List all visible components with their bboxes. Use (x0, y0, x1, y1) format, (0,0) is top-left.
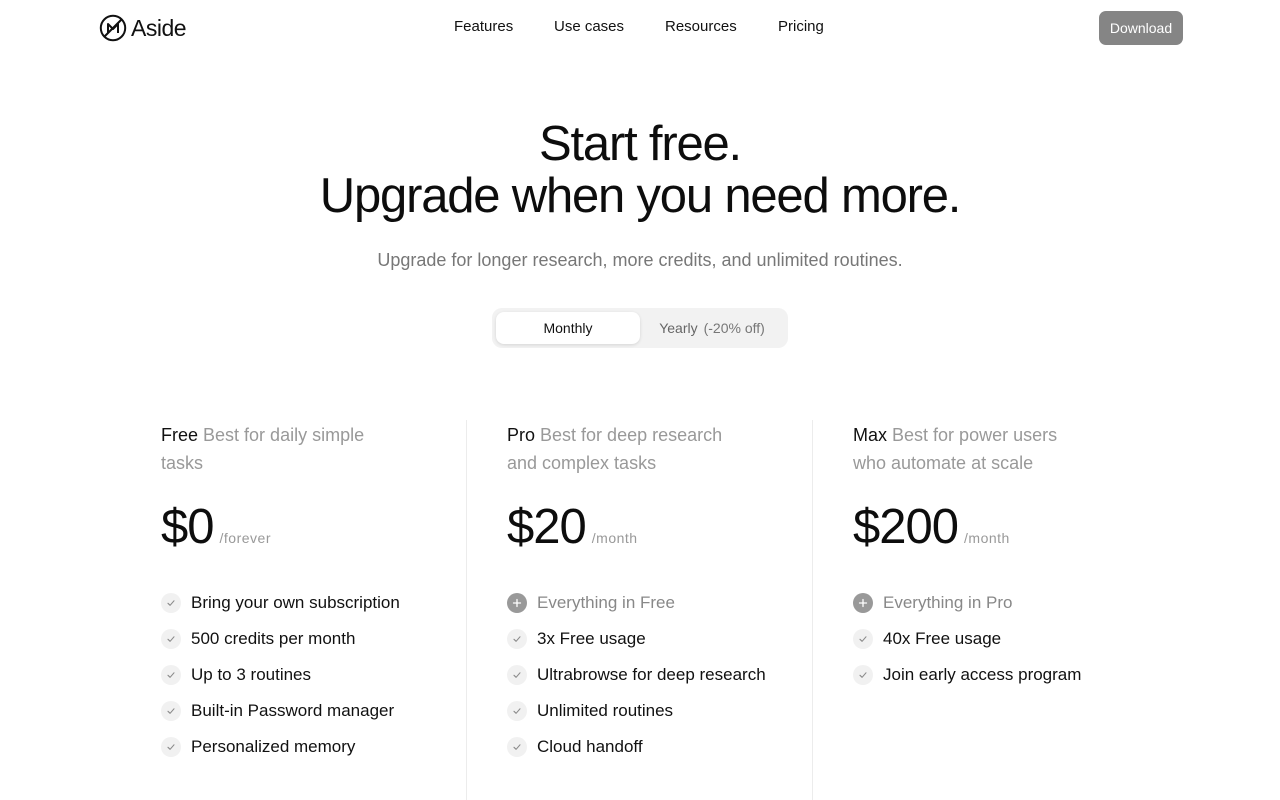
top-navigation-bar: Aside Features Use cases Resources Prici… (0, 0, 1280, 56)
plan-feature-text: 500 credits per month (191, 629, 356, 648)
check-icon (161, 665, 181, 685)
plan-feature-text: Cloud handoff (537, 737, 643, 756)
plan-feature-text: 40x Free usage (883, 629, 1002, 648)
plan-feature-item: Ultrabrowse for deep research (507, 657, 766, 693)
plan-divider (812, 420, 813, 800)
plan-feature-item: Personalized memory (161, 729, 400, 765)
yearly-option-label: Yearly (659, 320, 698, 336)
plan-feature-item: Join early access program (853, 657, 1081, 693)
monthly-option[interactable]: Monthly (496, 312, 640, 344)
plan-divider (466, 420, 467, 800)
plan-card-free: Free Best for daily simple tasks $0 /for… (161, 421, 461, 757)
check-icon (161, 701, 181, 721)
plus-icon (853, 593, 873, 613)
plan-heading: Free Best for daily simple tasks (161, 421, 401, 477)
yearly-discount-badge: (-20% off) (703, 320, 765, 336)
plan-feature-text: Bring your own subscription (191, 593, 400, 612)
plan-price: $200 (853, 500, 959, 554)
plan-price-row: $200 /month (853, 499, 1010, 555)
check-icon (161, 629, 181, 649)
plan-feature-item: 500 credits per month (161, 621, 400, 657)
download-button[interactable]: Download (1099, 11, 1183, 45)
page-title-line-1: Start free. (539, 117, 742, 171)
plan-feature-item: Built-in Password manager (161, 693, 400, 729)
nav-link-use-cases[interactable]: Use cases (554, 18, 624, 35)
plan-name: Pro (507, 425, 536, 445)
plan-feature-item: 3x Free usage (507, 621, 766, 657)
plan-feature-list: Everything in Free 3x Free usage Ultrabrow… (507, 585, 766, 765)
plan-feature-item: Up to 3 routines (161, 657, 400, 693)
page-title: Start free. Upgrade when you need more. (0, 118, 1280, 222)
check-icon (507, 629, 527, 649)
check-icon (507, 665, 527, 685)
yearly-option[interactable]: Yearly (-20% off) (640, 312, 784, 344)
plan-feature-text: Ultrabrowse for deep research (537, 665, 766, 684)
plan-feature-item: Cloud handoff (507, 729, 766, 765)
plan-feature-text: Join early access program (883, 665, 1082, 684)
plan-description: Best for deep research and complex tasks (507, 425, 723, 473)
plan-card-max: Max Best for power users who automate at… (853, 421, 1153, 685)
plan-feature-item: Unlimited routines (507, 693, 766, 729)
plan-price-row: $20 /month (507, 499, 638, 555)
page-subtitle: Upgrade for longer research, more credit… (377, 250, 903, 270)
page-title-line-2: Upgrade when you need more. (319, 169, 962, 223)
plan-price: $0 (161, 500, 215, 554)
plan-feature-text: Everything in Pro (883, 593, 1013, 612)
plan-price: $20 (507, 500, 587, 554)
plan-feature-item: 40x Free usage (853, 621, 1081, 657)
plan-feature-list: Everything in Pro 40x Free usage Join earl… (853, 585, 1081, 693)
plan-feature-text: Personalized memory (191, 737, 356, 756)
plan-heading: Pro Best for deep research and complex t… (507, 421, 747, 477)
plan-price-row: $0 /forever (161, 499, 271, 555)
check-icon (161, 737, 181, 757)
plan-feature-text: Everything in Free (537, 593, 675, 612)
main-nav: Features Use cases Resources Pricing (0, 18, 1280, 38)
plan-card-pro: Pro Best for deep research and complex t… (507, 421, 807, 757)
plan-feature-list: Bring your own subscription 500 credits p… (161, 585, 400, 765)
billing-period-toggle: Monthly Yearly (-20% off) (492, 308, 788, 348)
plan-period: /month (964, 530, 1010, 546)
plan-name: Free (161, 425, 199, 445)
check-icon (853, 665, 873, 685)
plus-icon (507, 593, 527, 613)
plan-name: Max (853, 425, 888, 445)
plan-feature-item: Everything in Pro (853, 585, 1081, 621)
plan-feature-item: Bring your own subscription (161, 585, 400, 621)
nav-link-resources[interactable]: Resources (665, 18, 737, 35)
plan-period: /forever (219, 530, 271, 546)
check-icon (507, 701, 527, 721)
nav-link-features[interactable]: Features (454, 18, 513, 35)
check-icon (161, 593, 181, 613)
plan-feature-text: Up to 3 routines (191, 665, 312, 684)
plan-feature-item: Everything in Free (507, 585, 766, 621)
nav-link-pricing[interactable]: Pricing (778, 18, 824, 35)
plan-feature-text: Built-in Password manager (191, 701, 395, 720)
plan-feature-text: 3x Free usage (537, 629, 646, 648)
plan-feature-text: Unlimited routines (537, 701, 674, 720)
plan-heading: Max Best for power users who automate at… (853, 421, 1093, 477)
check-icon (853, 629, 873, 649)
check-icon (507, 737, 527, 757)
plan-period: /month (591, 530, 638, 546)
